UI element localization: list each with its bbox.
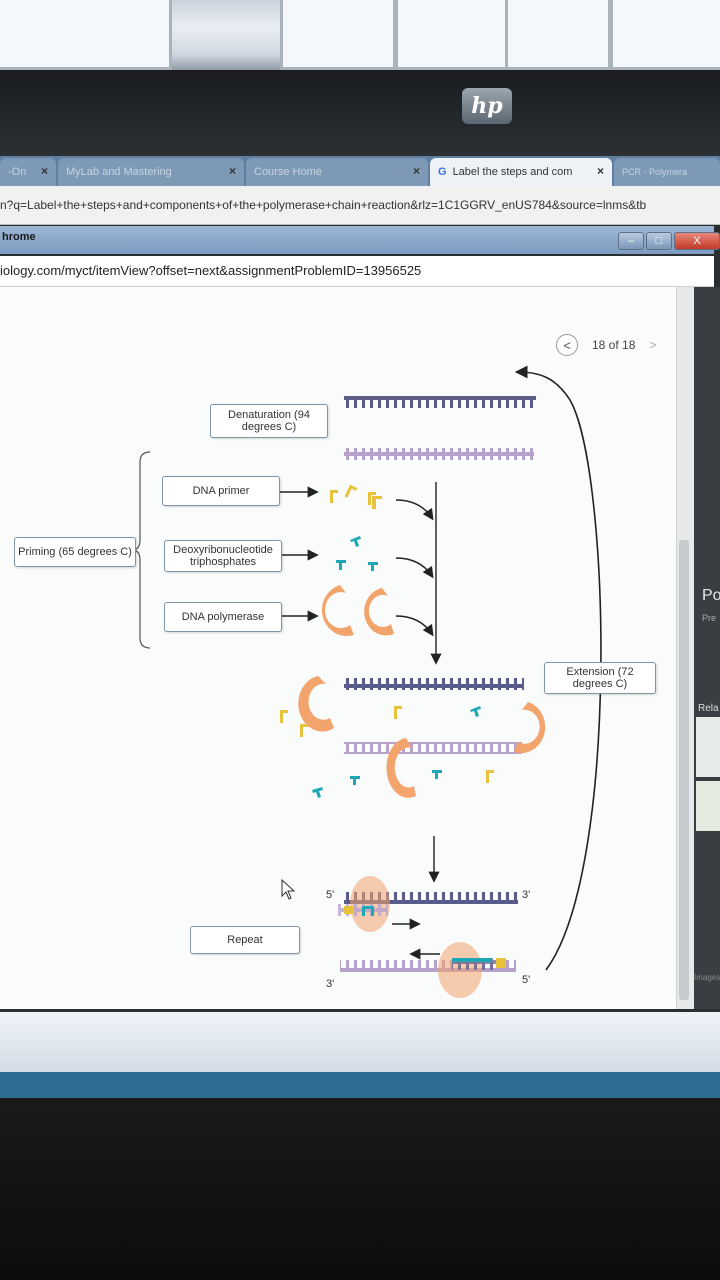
window-controls: – □ X [616, 232, 720, 250]
primer-fragment [344, 906, 354, 914]
strand-end-label: 3' [326, 978, 335, 990]
side-panel: Po Pre Rela Images [694, 287, 720, 1009]
strand-end-label: 5' [326, 889, 335, 901]
close-window-button[interactable]: X [674, 232, 720, 250]
nucleotide-fragments [336, 536, 378, 571]
tab-4[interactable]: G Label the steps and com × [430, 158, 612, 186]
side-rela: Rela [698, 703, 719, 714]
close-tab-icon[interactable]: × [41, 164, 48, 178]
close-tab-icon[interactable]: × [413, 164, 420, 178]
label-denaturation[interactable]: Denaturation (94 degrees C) [210, 404, 328, 438]
side-images: Images [694, 973, 720, 982]
label-deoxyribonucleotide[interactable]: Deoxyribonucleotide triphosphates [164, 540, 282, 572]
tab-1[interactable]: -On × [0, 158, 56, 186]
side-letter: Po [702, 587, 720, 604]
arrow [395, 499, 434, 521]
arrow [395, 615, 434, 637]
dna-strand-top [344, 396, 536, 408]
side-thumbnail[interactable] [696, 717, 720, 777]
label-priming[interactable]: Priming (65 degrees C) [14, 537, 136, 567]
tab-5[interactable]: PCR - Polymera [614, 158, 720, 186]
window-title-text: hrome [2, 231, 36, 243]
label-extension[interactable]: Extension (72 degrees C) [544, 662, 656, 694]
inner-url-text: iology.com/myct/itemView?offset=next&ass… [0, 263, 422, 278]
tab-2[interactable]: MyLab and Mastering × [58, 158, 244, 186]
dna-strand-bottom [344, 448, 534, 460]
background-window [0, 0, 720, 78]
dna-strand-top [344, 678, 524, 690]
tab-label: Course Home [254, 166, 322, 178]
close-tab-icon[interactable]: × [597, 164, 604, 178]
page-footer [0, 1012, 720, 1072]
close-tab-icon[interactable]: × [229, 164, 236, 178]
mouse-cursor-icon [281, 878, 296, 900]
scrollbar-thumb[interactable] [679, 540, 689, 1000]
polymerase-shapes [298, 676, 546, 798]
taskbar [0, 1072, 720, 1098]
inner-address-bar[interactable]: iology.com/myct/itemView?offset=next&ass… [0, 256, 714, 287]
polymerase-shapes [321, 585, 394, 637]
strand-end-label: 3' [522, 889, 531, 901]
monitor-bezel [0, 70, 720, 158]
strand-end-label: 5' [522, 974, 531, 986]
inner-window-title: hrome [0, 226, 714, 254]
google-icon: G [438, 166, 447, 178]
tab-label: MyLab and Mastering [66, 166, 172, 178]
primer-fragments [330, 484, 382, 509]
url-text: n?q=Label+the+steps+and+components+of+th… [0, 198, 647, 212]
primer-fragment [496, 958, 506, 968]
tab-label: -On [8, 166, 27, 178]
desk [0, 1098, 720, 1280]
dna-strand-bottom [344, 742, 522, 754]
side-sub: Pre [702, 613, 717, 623]
label-dna-primer[interactable]: DNA primer [162, 476, 280, 506]
tab-label: Label the steps and com [452, 166, 573, 178]
pcr-diagram [131, 365, 602, 998]
address-bar[interactable]: n?q=Label+the+steps+and+components+of+th… [0, 186, 720, 225]
minimize-button[interactable]: – [618, 232, 644, 250]
side-thumbnail[interactable] [696, 781, 720, 831]
nucleotide-fragment [452, 958, 492, 962]
maximize-button[interactable]: □ [646, 232, 672, 250]
hp-logo: hp [462, 88, 512, 124]
tab-3[interactable]: Course Home × [246, 158, 428, 186]
tab-label: PCR - Polymera [622, 167, 688, 177]
label-repeat[interactable]: Repeat [190, 926, 300, 954]
label-dna-polymerase[interactable]: DNA polymerase [164, 602, 282, 632]
arrow [395, 557, 434, 579]
